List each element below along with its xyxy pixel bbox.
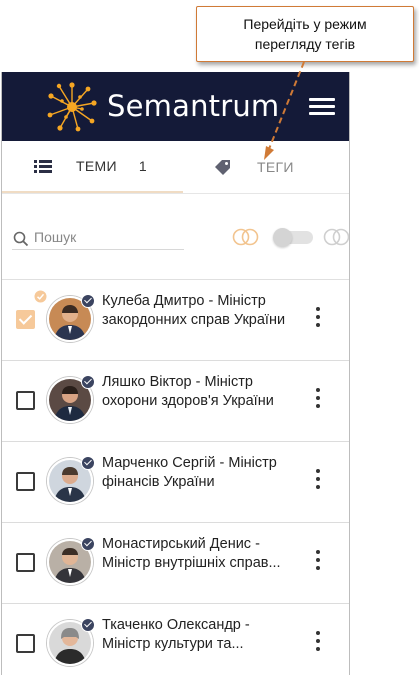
verified-badge-icon <box>81 375 95 389</box>
more-options-icon[interactable] <box>314 469 322 491</box>
list-item[interactable]: Монастирський Денис - Міністр внутрішніх… <box>2 523 349 604</box>
item-checkbox[interactable] <box>16 391 35 410</box>
more-options-icon[interactable] <box>314 307 322 329</box>
verified-badge-icon <box>81 294 95 308</box>
sun-network-logo-icon <box>47 82 97 132</box>
hamburger-menu-icon[interactable] <box>309 98 335 116</box>
search-bar <box>2 194 349 279</box>
item-checkbox[interactable] <box>16 634 35 653</box>
tag-icon <box>215 159 230 175</box>
verified-badge-icon <box>81 456 95 470</box>
item-checkbox[interactable] <box>16 310 35 329</box>
item-name: Ляшко Віктор - Міністр охорони здоров'я … <box>102 374 274 409</box>
app-panel: Semantrum ТЕМИ 1 ТЕГИ Пошук Кулеба Дмитр… <box>1 72 350 675</box>
tab-tags[interactable]: ТЕГИ <box>202 141 348 193</box>
app-header: Semantrum <box>2 72 349 141</box>
topics-list: Кулеба Дмитро - Міністр закордонних спра… <box>2 279 349 675</box>
brand-name: Semantrum <box>107 89 280 123</box>
more-options-icon[interactable] <box>314 550 322 572</box>
search-icon <box>13 231 29 247</box>
search-underline <box>12 249 184 250</box>
search-input[interactable] <box>32 223 186 251</box>
more-options-icon[interactable] <box>314 631 322 653</box>
item-name: Кулеба Дмитро - Міністр закордонних спра… <box>102 293 286 328</box>
callout-text: Перейдіть у режим перегляду тегів <box>243 16 367 52</box>
list-item[interactable]: Кулеба Дмитро - Міністр закордонних спра… <box>2 280 349 361</box>
overlap-circles-icon[interactable] <box>232 228 260 246</box>
tab-tags-label: ТЕГИ <box>257 159 294 175</box>
list-item[interactable]: Ткаченко Олександр - Міністр культури та… <box>2 604 349 675</box>
item-name: Марченко Сергій - Міністр фінансів Украї… <box>102 455 277 490</box>
instruction-callout: Перейдіть у режим перегляду тегів <box>196 6 414 62</box>
list-item[interactable]: Марченко Сергій - Міністр фінансів Украї… <box>2 442 349 523</box>
tab-topics-label: ТЕМИ <box>76 158 117 174</box>
toggle-thumb <box>273 228 292 247</box>
item-checkbox[interactable] <box>16 553 35 572</box>
overlap-circles-icon[interactable] <box>323 228 350 246</box>
list-icon <box>34 160 52 173</box>
selected-check-icon <box>34 290 47 303</box>
tab-topics[interactable]: ТЕМИ 1 <box>2 141 183 193</box>
verified-badge-icon <box>81 618 95 632</box>
view-tabs: ТЕМИ 1 ТЕГИ <box>2 141 349 194</box>
tab-topics-count: 1 <box>138 158 147 174</box>
item-checkbox[interactable] <box>16 472 35 491</box>
item-name: Ткаченко Олександр - Міністр культури та… <box>102 617 250 652</box>
item-name: Монастирський Денис - Міністр внутрішніх… <box>102 536 281 571</box>
filter-toggle[interactable] <box>273 228 313 247</box>
list-item[interactable]: Ляшко Віктор - Міністр охорони здоров'я … <box>2 361 349 442</box>
verified-badge-icon <box>81 537 95 551</box>
more-options-icon[interactable] <box>314 388 322 410</box>
